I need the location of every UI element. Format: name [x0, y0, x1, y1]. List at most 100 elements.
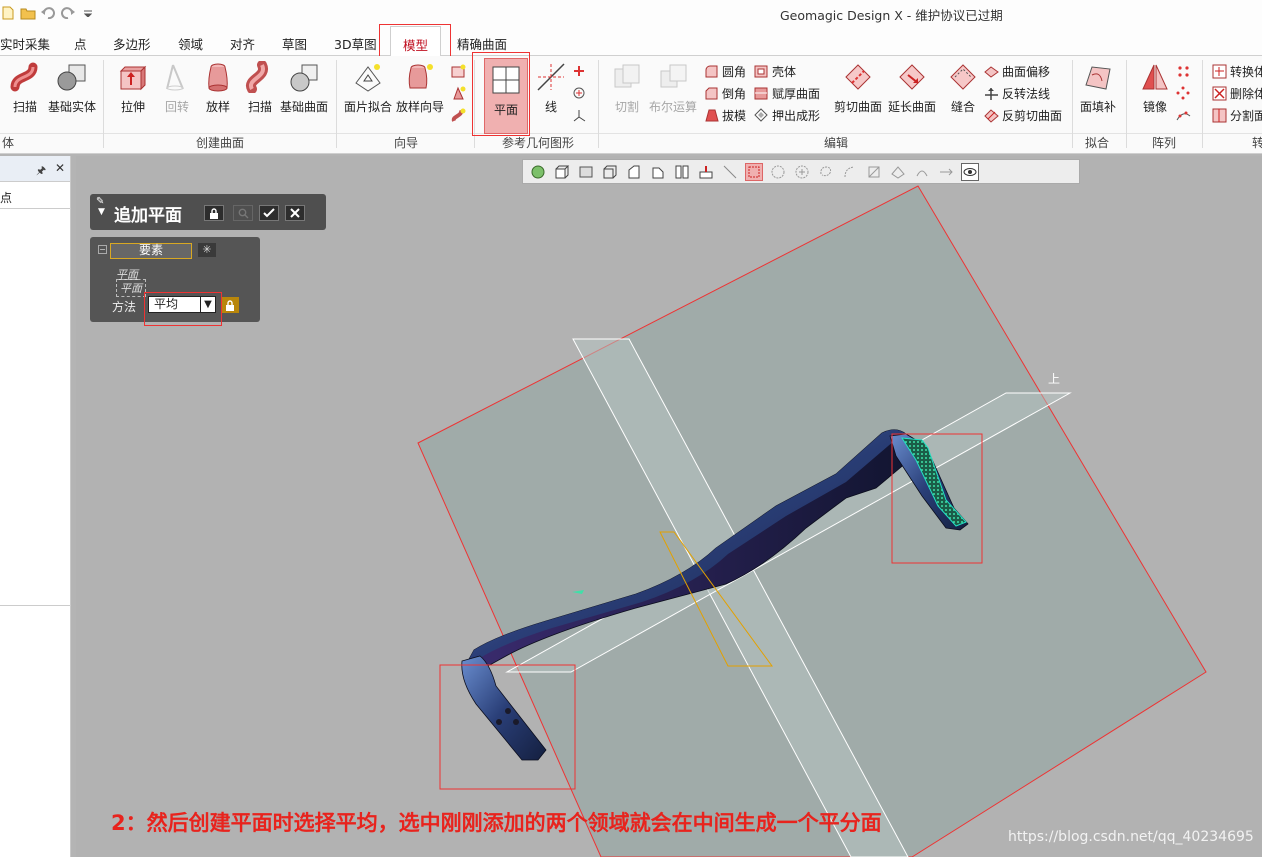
cut-button[interactable]: 切割	[610, 60, 644, 122]
group-separator	[474, 60, 475, 148]
loft-wizard-button[interactable]: 放样向导	[396, 60, 444, 122]
select-through-icon[interactable]	[937, 163, 955, 181]
curve-pattern-button[interactable]	[1176, 106, 1191, 124]
select-circle-icon[interactable]	[769, 163, 787, 181]
linear-pattern-button[interactable]	[1176, 62, 1191, 80]
view-cube-icon[interactable]	[553, 163, 571, 181]
select-line-icon[interactable]	[721, 163, 739, 181]
tab-polygon[interactable]: 多边形	[113, 34, 151, 53]
element-item-plane[interactable]: 平面	[116, 279, 146, 297]
point-ref-button[interactable]	[572, 62, 587, 80]
customize-qat-icon[interactable]	[80, 5, 96, 21]
extrude-button[interactable]: 拉伸	[116, 60, 150, 122]
select-visible-icon[interactable]	[913, 163, 931, 181]
lock-icon[interactable]	[204, 205, 224, 221]
base-solid-button[interactable]: 基础实体	[48, 60, 96, 122]
tab-sketch[interactable]: 草图	[282, 34, 307, 53]
split-face-button[interactable]: 分割面	[1212, 106, 1262, 124]
display-mode-icon[interactable]	[577, 163, 595, 181]
reverse-normal-icon	[984, 86, 999, 101]
preview-search-icon[interactable]	[233, 205, 253, 221]
wizard-small-3[interactable]	[451, 106, 466, 124]
select-circle-plus-icon[interactable]	[793, 163, 811, 181]
wizard-small-2[interactable]	[451, 84, 466, 102]
circular-pattern-button[interactable]	[1176, 84, 1191, 102]
loft-button[interactable]: 放样	[201, 60, 235, 122]
new-file-icon[interactable]	[0, 5, 16, 21]
mirror-button[interactable]: 镜像	[1138, 60, 1172, 122]
reverse-normal-button[interactable]: 反转法线	[984, 84, 1050, 102]
3d-viewport[interactable]: 上 ✎ ▼ 追加平面 − 要素 ✳ 平面 平面 方法 平均 ▼ 2：然后创建平面…	[76, 156, 1262, 857]
pin-icon[interactable]: 🖈	[36, 162, 46, 181]
plane-button[interactable]: 平面	[484, 58, 528, 134]
shell-button[interactable]: 壳体	[754, 62, 796, 80]
tab-3d-sketch[interactable]: 3D草图	[334, 34, 377, 53]
redo-icon[interactable]	[60, 5, 76, 21]
extend-surface-button[interactable]: 延长曲面	[888, 60, 936, 122]
tutorial-caption: 2：然后创建平面时选择平均，选中刚刚添加的两个领域就会在中间生成一个平分面	[111, 811, 882, 835]
line-button[interactable]: 线	[534, 60, 568, 122]
tree-row-point[interactable]: 点	[0, 189, 12, 206]
fillet-button[interactable]: 圆角	[704, 62, 746, 80]
view-front-icon[interactable]	[625, 163, 643, 181]
tab-align[interactable]: 对齐	[230, 34, 255, 53]
sweep-surface-button[interactable]: 扫描	[243, 60, 277, 122]
collapse-arrow-icon[interactable]: ▼	[98, 207, 105, 217]
base-surface-button[interactable]: 基础曲面	[280, 60, 328, 122]
chevron-down-icon[interactable]: ▼	[200, 297, 215, 312]
element-options-icon[interactable]: ✳	[198, 243, 216, 257]
group-separator	[1126, 60, 1127, 148]
coord-system-button[interactable]	[572, 106, 587, 124]
close-panel-icon[interactable]: ✕	[55, 161, 65, 175]
tab-model[interactable]: 模型	[390, 26, 442, 57]
delete-body-button[interactable]: 删除体	[1212, 84, 1262, 102]
section-view-icon[interactable]	[601, 163, 619, 181]
chamfer-button[interactable]: 倒角	[704, 84, 746, 102]
wizard-small-1[interactable]	[451, 62, 466, 80]
view-split-icon[interactable]	[673, 163, 691, 181]
shell-icon	[754, 64, 769, 79]
untrim-surface-button[interactable]: 反剪切曲面	[984, 106, 1062, 124]
app-window: Geomagic Design X - 维护协议已过期 实时采集 点 多边形 领…	[0, 0, 1262, 857]
sweep-solid-button[interactable]: 扫描	[8, 60, 42, 122]
view-top-icon[interactable]	[649, 163, 667, 181]
collapse-section-icon[interactable]: −	[98, 245, 107, 254]
method-select[interactable]: 平均 ▼	[148, 296, 216, 313]
undo-icon[interactable]	[40, 5, 56, 21]
dialog-pin-icon[interactable]: ✎	[96, 196, 104, 207]
point-ref2-button[interactable]	[572, 84, 587, 102]
draft-button[interactable]: 拔模	[704, 106, 746, 124]
trim-surface-button[interactable]: 剪切曲面	[834, 60, 882, 122]
offset-surface-button[interactable]: 曲面偏移	[984, 62, 1050, 80]
ok-check-icon[interactable]	[259, 205, 279, 221]
emboss-button[interactable]: 押出成形	[754, 106, 820, 124]
stitch-button[interactable]: 缝合	[946, 60, 980, 122]
tab-exact-surface[interactable]: 精确曲面	[457, 34, 507, 53]
select-brush-icon[interactable]	[841, 163, 859, 181]
revolve-button[interactable]: 回转	[160, 60, 194, 122]
select-rectangle-icon[interactable]	[745, 162, 763, 181]
view-up-label: 上	[1048, 372, 1061, 386]
tab-region[interactable]: 领域	[178, 34, 203, 53]
visibility-eye-icon[interactable]	[961, 162, 979, 181]
fill-face-button[interactable]: 面填补	[1080, 60, 1116, 122]
select-lasso-icon[interactable]	[817, 163, 835, 181]
tab-point[interactable]: 点	[74, 34, 87, 53]
view-globe-icon[interactable]	[529, 163, 547, 181]
extend-surface-icon	[895, 60, 929, 94]
dialog-title: 追加平面	[114, 206, 182, 226]
tab-realtime-capture[interactable]: 实时采集	[0, 34, 50, 53]
select-paint-icon[interactable]	[865, 163, 883, 181]
plane-icon	[489, 63, 523, 97]
select-surface-icon[interactable]	[889, 163, 907, 181]
mesh-fit-button[interactable]: 面片拟合	[344, 60, 392, 122]
convert-body-button[interactable]: 转换体	[1212, 62, 1262, 80]
view-normal-icon[interactable]	[697, 163, 715, 181]
untrim-surface-icon	[984, 108, 999, 123]
open-folder-icon[interactable]	[20, 5, 36, 21]
method-lock-icon[interactable]	[221, 297, 239, 313]
thicken-surface-button[interactable]: 赋厚曲面	[754, 84, 820, 102]
cancel-x-icon[interactable]	[285, 205, 305, 221]
elements-section-chip[interactable]: 要素	[110, 243, 192, 259]
boolean-button[interactable]: 布尔运算	[649, 60, 697, 122]
